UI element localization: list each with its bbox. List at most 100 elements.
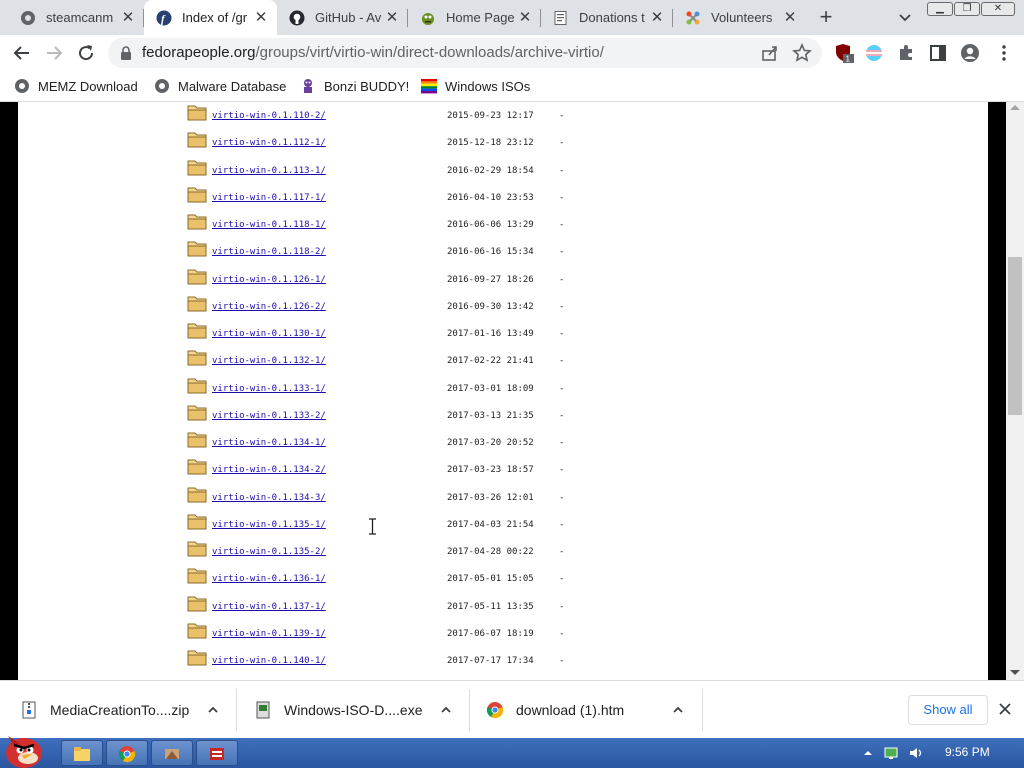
taskbar-app-three[interactable] xyxy=(151,740,193,766)
address-bar[interactable]: fedorapeople.org/groups/virt/virtio-win/… xyxy=(108,38,822,68)
bookmark-malware-database[interactable]: Malware Database xyxy=(154,76,286,96)
directory-link[interactable]: virtio-win-0.1.130-1/ xyxy=(212,329,326,339)
folder-icon[interactable] xyxy=(187,594,207,612)
taskbar-app-four[interactable] xyxy=(196,740,238,766)
folder-icon[interactable] xyxy=(187,239,207,257)
folder-icon[interactable] xyxy=(187,158,207,176)
chevron-up-icon[interactable] xyxy=(440,704,452,716)
folder-icon[interactable] xyxy=(187,430,207,448)
directory-link[interactable]: virtio-win-0.1.117-1/ xyxy=(212,193,326,203)
folder-icon[interactable] xyxy=(187,348,207,366)
directory-link[interactable]: virtio-win-0.1.133-1/ xyxy=(212,384,326,394)
directory-link[interactable]: virtio-win-0.1.134-3/ xyxy=(212,493,326,503)
taskbar-clock[interactable]: 9:56 PM xyxy=(945,745,990,759)
extension-badge: 1 xyxy=(846,55,851,64)
side-panel-icon[interactable] xyxy=(928,43,948,63)
tab-home-page[interactable]: Home Page ✕ xyxy=(408,0,541,35)
folder-icon[interactable] xyxy=(187,457,207,475)
scroll-down-arrow-icon[interactable] xyxy=(1010,670,1020,675)
chevron-up-icon[interactable] xyxy=(672,704,684,716)
tab-github[interactable]: GitHub - Av ✕ xyxy=(277,0,408,35)
folder-icon[interactable] xyxy=(187,566,207,584)
directory-link[interactable]: virtio-win-0.1.112-1/ xyxy=(212,138,326,148)
close-window-button[interactable]: ✕ xyxy=(981,2,1015,16)
close-tab-icon[interactable]: ✕ xyxy=(782,9,798,26)
directory-link[interactable]: virtio-win-0.1.136-1/ xyxy=(212,574,326,584)
bookmark-windows-isos[interactable]: Windows ISOs xyxy=(421,76,530,96)
vertical-scrollbar[interactable] xyxy=(1006,102,1024,680)
folder-icon[interactable] xyxy=(187,485,207,503)
directory-link[interactable]: virtio-win-0.1.133-2/ xyxy=(212,411,326,421)
back-arrow-icon[interactable] xyxy=(10,41,34,65)
directory-link[interactable]: virtio-win-0.1.126-1/ xyxy=(212,275,326,285)
directory-link[interactable]: virtio-win-0.1.118-2/ xyxy=(212,247,326,257)
modified-date: 2017-05-11 13:35 xyxy=(447,601,534,612)
share-icon[interactable] xyxy=(760,43,780,63)
directory-link[interactable]: virtio-win-0.1.134-2/ xyxy=(212,465,326,475)
directory-link[interactable]: virtio-win-0.1.140-1/ xyxy=(212,656,326,666)
directory-link[interactable]: virtio-win-0.1.110-2/ xyxy=(212,111,326,121)
close-download-bar-icon[interactable] xyxy=(997,701,1013,717)
lock-icon[interactable] xyxy=(120,46,132,60)
directory-link[interactable]: virtio-win-0.1.132-1/ xyxy=(212,356,326,366)
taskbar-chrome[interactable] xyxy=(106,740,148,766)
folder-icon[interactable] xyxy=(187,621,207,639)
new-tab-button[interactable]: + xyxy=(814,6,838,30)
bookmark-memz[interactable]: MEMZ Download xyxy=(14,76,138,96)
folder-icon[interactable] xyxy=(187,321,207,339)
directory-link[interactable]: virtio-win-0.1.135-1/ xyxy=(212,520,326,530)
scroll-up-arrow-icon[interactable] xyxy=(1010,105,1020,110)
url-text[interactable]: fedorapeople.org/groups/virt/virtio-win/… xyxy=(142,44,604,61)
directory-link[interactable]: virtio-win-0.1.126-2/ xyxy=(212,302,326,312)
folder-icon[interactable] xyxy=(187,130,207,148)
directory-link[interactable]: virtio-win-0.1.139-1/ xyxy=(212,629,326,639)
tab-steamcanm[interactable]: steamcanm ✕ xyxy=(8,0,144,35)
folder-icon[interactable] xyxy=(187,103,207,121)
directory-link[interactable]: virtio-win-0.1.118-1/ xyxy=(212,220,326,230)
directory-link[interactable]: virtio-win-0.1.137-1/ xyxy=(212,602,326,612)
start-button-bird-icon[interactable] xyxy=(0,728,50,768)
directory-link[interactable]: virtio-win-0.1.134-1/ xyxy=(212,438,326,448)
folder-icon[interactable] xyxy=(187,512,207,530)
close-tab-icon[interactable]: ✕ xyxy=(253,9,269,26)
tab-index-of[interactable]: f Index of /gr ✕ xyxy=(144,0,277,35)
scrollbar-thumb[interactable] xyxy=(1008,257,1022,415)
download-item-windows-iso[interactable]: Windows-ISO-D....exe xyxy=(254,681,468,739)
bookmark-star-icon[interactable] xyxy=(792,43,812,63)
chevron-up-icon[interactable] xyxy=(207,704,219,716)
forward-arrow-icon[interactable] xyxy=(42,41,66,65)
directory-link[interactable]: virtio-win-0.1.113-1/ xyxy=(212,166,326,176)
folder-icon[interactable] xyxy=(187,294,207,312)
extensions-puzzle-icon[interactable] xyxy=(896,43,916,63)
directory-link[interactable]: virtio-win-0.1.135-2/ xyxy=(212,547,326,557)
folder-icon[interactable] xyxy=(187,648,207,666)
folder-icon[interactable] xyxy=(187,539,207,557)
download-item-download-htm[interactable]: download (1).htm xyxy=(486,681,702,739)
download-item-mediacreation[interactable]: MediaCreationTo....zip xyxy=(20,681,236,739)
tray-expand-icon[interactable] xyxy=(862,747,874,759)
close-tab-icon[interactable]: ✕ xyxy=(384,9,400,26)
folder-icon[interactable] xyxy=(187,376,207,394)
tab-search-chevron-icon[interactable] xyxy=(896,8,914,26)
menu-dots-icon[interactable] xyxy=(994,43,1014,63)
ublock-extension-icon[interactable]: 1 xyxy=(834,43,854,63)
bookmark-bonzi-buddy[interactable]: Bonzi BUDDY! xyxy=(300,76,409,96)
trans-flag-extension-icon[interactable] xyxy=(864,43,884,63)
minimize-button[interactable]: ▁ xyxy=(927,2,953,16)
reload-icon[interactable] xyxy=(74,41,98,65)
show-all-downloads-button[interactable]: Show all xyxy=(908,695,988,725)
folder-icon[interactable] xyxy=(187,212,207,230)
close-tab-icon[interactable]: ✕ xyxy=(120,9,136,26)
folder-icon[interactable] xyxy=(187,267,207,285)
tab-donations[interactable]: Donations t ✕ xyxy=(541,0,673,35)
close-tab-icon[interactable]: ✕ xyxy=(517,9,533,26)
folder-icon[interactable] xyxy=(187,403,207,421)
network-icon[interactable] xyxy=(883,745,899,761)
profile-avatar-icon[interactable] xyxy=(960,43,980,63)
volume-icon[interactable] xyxy=(908,745,924,761)
taskbar-explorer[interactable] xyxy=(61,740,103,766)
folder-icon[interactable] xyxy=(187,185,207,203)
restore-button[interactable]: ❐ xyxy=(954,2,980,16)
close-tab-icon[interactable]: ✕ xyxy=(649,9,665,26)
tab-volunteers[interactable]: Volunteers ✕ xyxy=(673,0,806,35)
